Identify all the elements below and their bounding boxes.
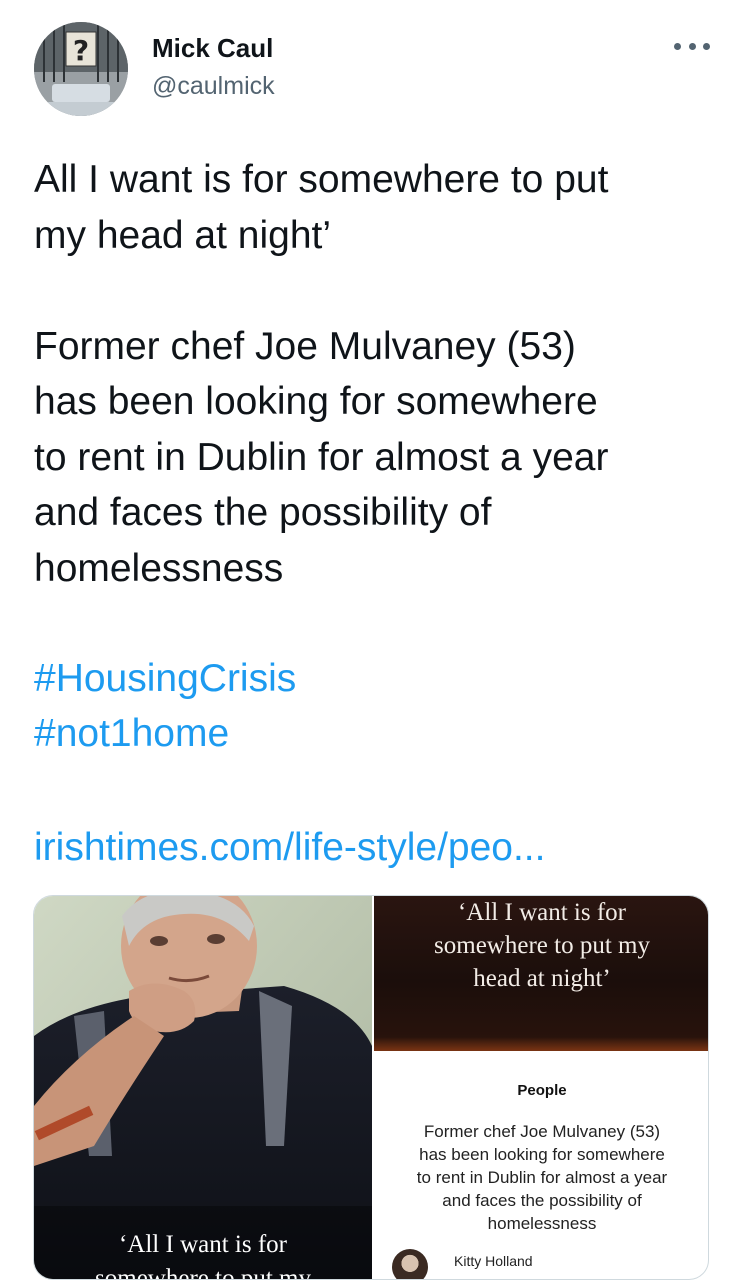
article-title: ‘All I want is for somewhere to put my h… [434, 899, 650, 992]
author-handle[interactable]: @caulmick [152, 72, 275, 101]
dot-icon [688, 42, 696, 50]
card-photo: ‘All I want is for somewhere to put my [34, 896, 372, 1279]
author-avatar [392, 1249, 428, 1279]
image-caption: ‘All I want is for somewhere to put my [95, 1231, 311, 1279]
dot-icon [703, 42, 710, 50]
dot-icon [674, 42, 681, 50]
card-article-preview: ‘All I want is for somewhere to put my h… [374, 896, 708, 1279]
hashtag-not1home[interactable]: #not1home [34, 706, 229, 761]
link-preview-card[interactable]: ‘All I want is for somewhere to put my ‘… [33, 895, 709, 1280]
section-label: People [517, 1082, 567, 1099]
article-summary: Former chef Joe Mulvaney (53) has been l… [416, 1122, 668, 1233]
avatar[interactable]: ? [34, 22, 128, 116]
article-author: Kitty Holland [454, 1253, 533, 1269]
article-link[interactable]: irishtimes.com/life-style/peo... [34, 820, 545, 875]
avatar-image: ? [34, 22, 128, 116]
portrait-image [34, 896, 372, 1279]
svg-text:?: ? [73, 34, 89, 67]
author-name[interactable]: Mick Caul [152, 33, 273, 64]
article-header-band: ‘All I want is for somewhere to put my h… [374, 896, 708, 1051]
hashtag-housing-crisis[interactable]: #HousingCrisis [34, 651, 296, 706]
tweet-text: All I want is for somewhere to put my he… [34, 158, 609, 590]
more-options-icon[interactable] [674, 36, 710, 56]
